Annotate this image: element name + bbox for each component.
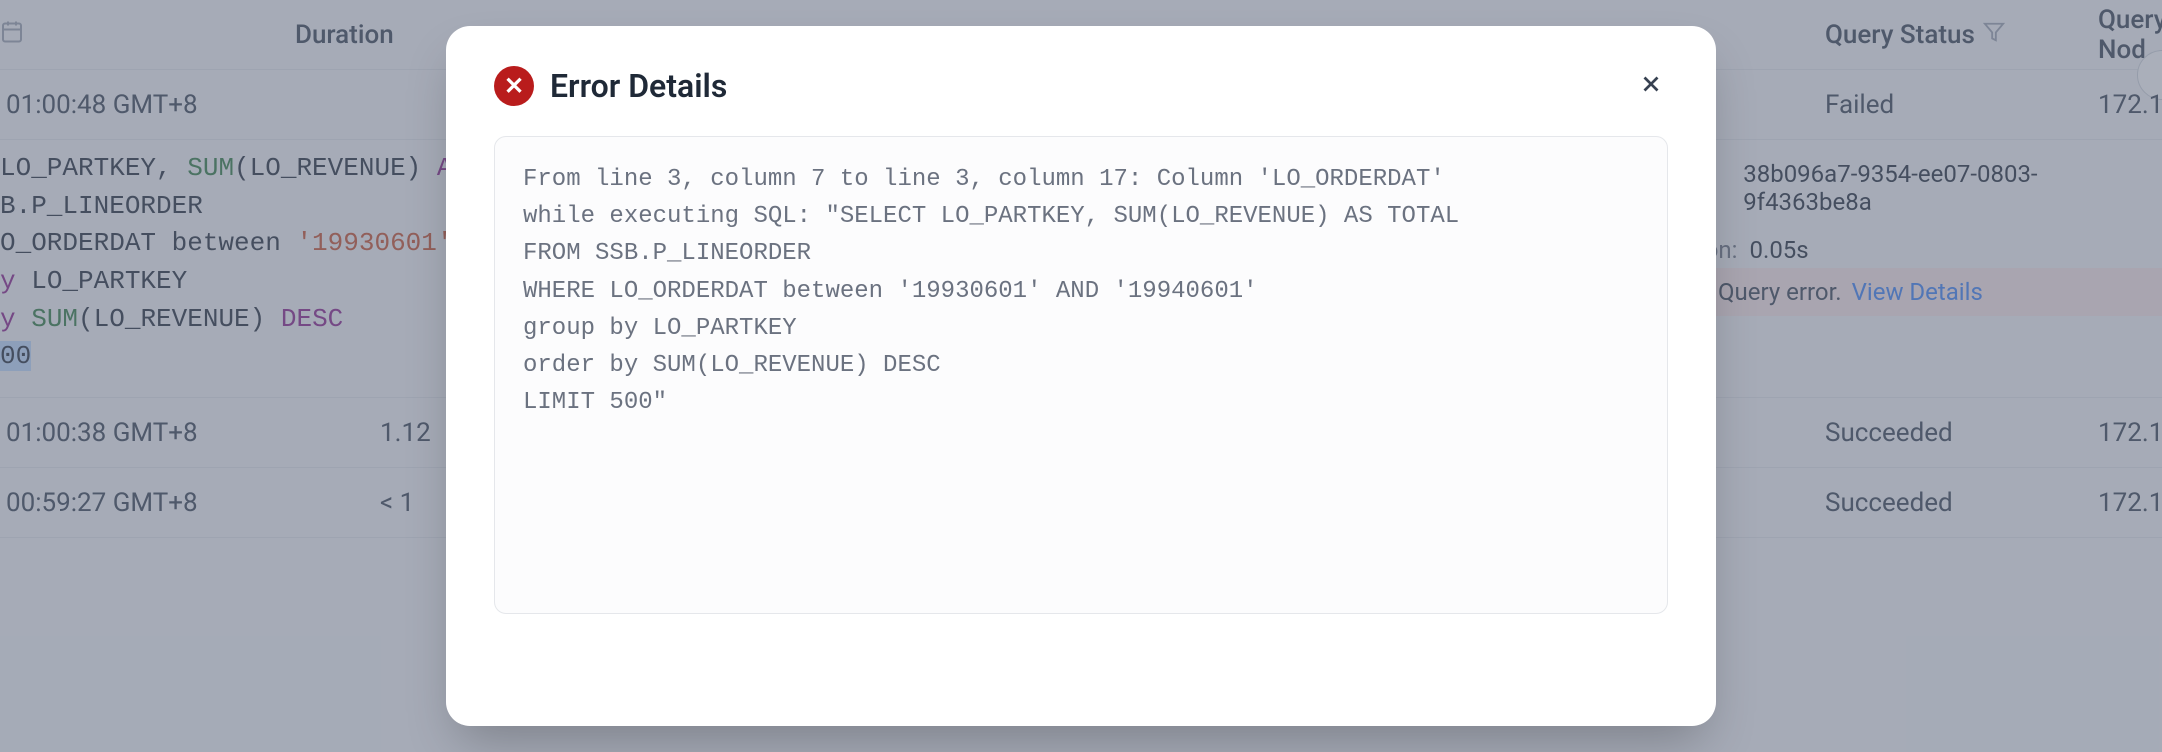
modal-title: Error Details: [550, 67, 727, 105]
modal-title-group: ✕ Error Details: [494, 66, 727, 106]
close-button[interactable]: [1634, 66, 1668, 106]
close-icon: [1638, 68, 1664, 104]
error-icon: ✕: [494, 66, 534, 106]
error-details-modal: ✕ Error Details From line 3, column 7 to…: [446, 26, 1716, 726]
modal-header: ✕ Error Details: [494, 66, 1668, 106]
error-message-box[interactable]: From line 3, column 7 to line 3, column …: [494, 136, 1668, 614]
